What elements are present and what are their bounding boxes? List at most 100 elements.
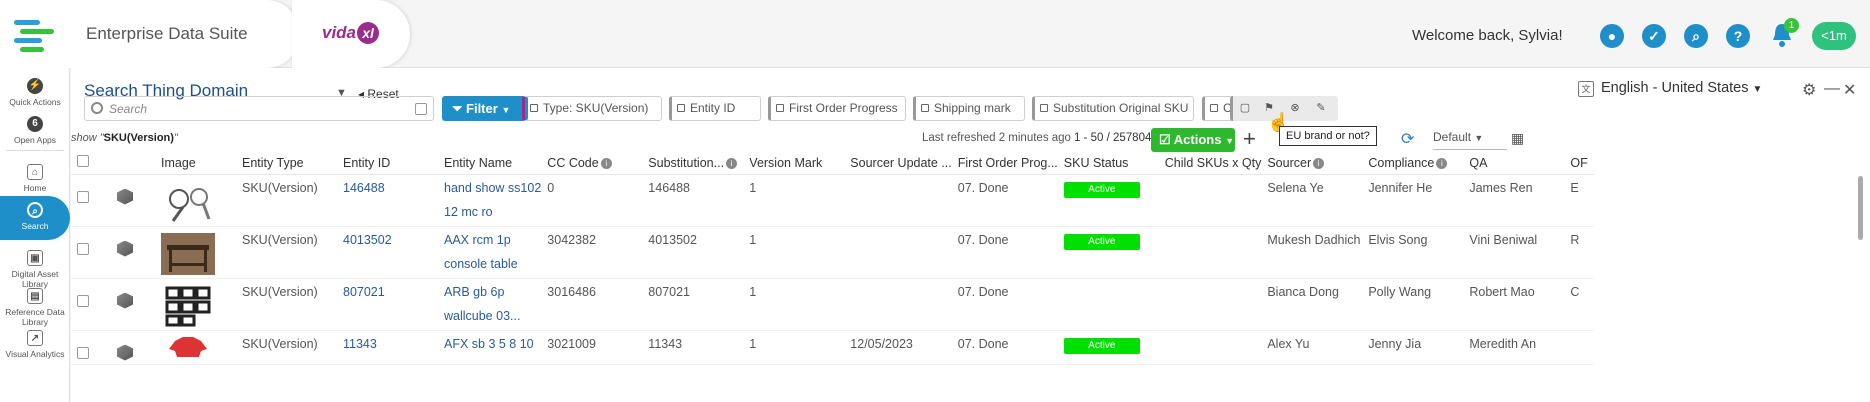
product-thumbnail[interactable]: [161, 284, 215, 327]
cell-sku-status: [1058, 278, 1159, 330]
column-header-version-mark[interactable]: Version Mark: [743, 152, 845, 175]
sidebar-item-visual-analytics[interactable]: ↗ Visual Analytics: [0, 330, 70, 359]
cell-entity-name[interactable]: AAX rcm 1p console table: [438, 226, 541, 278]
actions-label: Actions: [1173, 132, 1222, 147]
filter-button[interactable]: ⏷ Filter ▼: [442, 96, 528, 121]
table-row[interactable]: SKU(Version) 11343 AFX sb 3 5 8 10 30210…: [71, 330, 1595, 364]
table-scrollbar[interactable]: [1858, 176, 1863, 240]
row-image[interactable]: [155, 174, 236, 226]
filter-chip-type[interactable]: Type: SKU(Version): [522, 96, 662, 121]
row-type: [111, 174, 155, 226]
column-header-substitution[interactable]: Substitution... i: [642, 152, 744, 175]
sidebar-item-label: Open Apps: [13, 135, 57, 145]
row-image[interactable]: [155, 226, 236, 278]
language-label: English - United States: [1601, 80, 1749, 96]
row-select[interactable]: [71, 330, 111, 364]
cell-entity-id[interactable]: 807021: [337, 278, 438, 330]
sidebar-item-search[interactable]: ⌕ Search: [0, 196, 70, 240]
column-header-cc-code[interactable]: CC Code i: [541, 152, 643, 175]
cell-first-order: 07. Done: [957, 180, 1009, 195]
column-header-compliance[interactable]: Compliance i: [1362, 152, 1464, 175]
filter-chip-first-order-progress[interactable]: First Order Progress: [768, 96, 906, 121]
column-header-qa[interactable]: QA: [1463, 152, 1565, 175]
square-icon[interactable]: ▢: [1237, 100, 1253, 116]
row-checkbox[interactable]: [77, 190, 89, 203]
cell-first-order: 07. Done: [957, 336, 1009, 351]
cell-sourcer-update: [844, 278, 951, 330]
row-select[interactable]: [71, 174, 111, 226]
view-select[interactable]: Default ▼: [1433, 130, 1507, 150]
column-header-entity-id[interactable]: Entity ID: [337, 152, 438, 175]
cell-cc-code: 3016486: [547, 284, 596, 299]
close-icon[interactable]: ✕: [1843, 80, 1856, 100]
search-input[interactable]: Search: [84, 96, 434, 121]
add-icon[interactable]: +: [1243, 126, 1256, 152]
column-header-entity-type[interactable]: Entity Type: [236, 152, 337, 175]
cell-entity-name[interactable]: AFX sb 3 5 8 10: [438, 330, 541, 364]
product-thumbnail[interactable]: [161, 336, 215, 357]
calendar-icon[interactable]: [415, 103, 427, 115]
gear-icon[interactable]: ⚙: [1802, 80, 1816, 100]
column-header-child-skus[interactable]: Child SKUs x Qty: [1158, 152, 1262, 175]
session-timer[interactable]: <1m: [1812, 22, 1856, 50]
row-image[interactable]: [155, 330, 236, 364]
row-select[interactable]: [71, 226, 111, 278]
table-row[interactable]: SKU(Version) 807021 ARB gb 6p wallcube 03…: [71, 278, 1595, 330]
sidebar-item-open-apps[interactable]: 6 Open Apps: [0, 116, 70, 145]
cell-compliance: Jenny Jia: [1368, 336, 1422, 351]
help-icon[interactable]: ?: [1726, 24, 1750, 48]
app-title: Enterprise Data Suite: [86, 24, 248, 43]
cell-sku-status: Active: [1058, 330, 1159, 364]
sidebar-item-quick-actions[interactable]: ⚡ Quick Actions: [0, 78, 70, 107]
edit-icon[interactable]: ✎: [1313, 100, 1329, 116]
cell-entity-id[interactable]: 146488: [337, 174, 438, 226]
table-row[interactable]: SKU(Version) 4013502 AAX rcm 1p console t…: [71, 226, 1595, 278]
product-thumbnail[interactable]: [161, 232, 215, 275]
sidebar-item-reference-data-library[interactable]: ▤ Reference Data Library: [0, 288, 70, 327]
filter-icon: ⏷: [452, 101, 467, 116]
column-header-sku-status[interactable]: SKU Status: [1057, 152, 1159, 175]
brand-logo[interactable]: vida xl: [322, 22, 380, 44]
refresh-icon[interactable]: ⟳: [1401, 129, 1414, 149]
global-search-icon[interactable]: ⌕: [1684, 24, 1708, 48]
cell-version-mark: 1: [749, 180, 757, 195]
column-header-of[interactable]: OF: [1564, 152, 1595, 175]
row-checkbox[interactable]: [77, 346, 89, 359]
column-header-first-order-progress[interactable]: First Order Prog...: [951, 152, 1058, 175]
row-checkbox[interactable]: [77, 294, 89, 307]
column-header-sourcer-update[interactable]: Sourcer Update ...: [844, 152, 952, 175]
filter-chip-shipping-mark[interactable]: Shipping mark: [913, 96, 1025, 121]
sidebar-item-label: Search: [21, 221, 49, 231]
column-header-entity-name[interactable]: Entity Name: [438, 152, 542, 175]
tasks-check-icon[interactable]: ✓: [1642, 24, 1666, 48]
row-select[interactable]: [71, 278, 111, 330]
product-thumbnail[interactable]: [161, 180, 215, 223]
cell-entity-id[interactable]: 4013502: [337, 226, 438, 278]
cube-icon: [117, 292, 133, 309]
column-header-sourcer[interactable]: Sourcer i: [1261, 152, 1363, 175]
cell-entity-name[interactable]: ARB gb 6p wallcube 03...: [438, 278, 541, 330]
table-row[interactable]: SKU(Version) 146488 hand show ss102 12 mc…: [71, 174, 1595, 226]
filter-chip-substitution-original-sku[interactable]: Substitution Original SKU: [1032, 96, 1194, 121]
pin-icon: [530, 104, 538, 112]
cell-entity-id[interactable]: 11343: [337, 330, 438, 364]
result-type-label: show "SKU(Version)": [71, 132, 178, 144]
grid-view-icon[interactable]: ▦: [1511, 130, 1524, 147]
minimize-icon[interactable]: —: [1824, 80, 1840, 98]
cube-icon: [117, 188, 133, 205]
sidebar-item-home[interactable]: ⌂ Home: [0, 164, 70, 193]
select-all[interactable]: [71, 152, 111, 175]
cell-child-skus: [1159, 174, 1262, 226]
info-icon: i: [600, 157, 612, 169]
sidebar-item-digital-asset-library[interactable]: ▣ Digital Asset Library: [0, 250, 70, 289]
actions-button[interactable]: ☑ Actions ▼: [1151, 128, 1235, 152]
filter-chip-entity-id[interactable]: Entity ID: [669, 96, 761, 121]
cell-cc-code: 0: [547, 180, 555, 195]
cell-entity-name[interactable]: hand show ss102 12 mc ro: [438, 174, 541, 226]
language-select[interactable]: English - United States ▼: [1601, 80, 1762, 96]
user-profile-icon[interactable]: ●: [1600, 24, 1624, 48]
select-all-checkbox[interactable]: [77, 155, 89, 168]
row-checkbox[interactable]: [77, 242, 89, 255]
row-image[interactable]: [155, 278, 236, 330]
cell-qa: Robert Mao: [1469, 284, 1535, 299]
